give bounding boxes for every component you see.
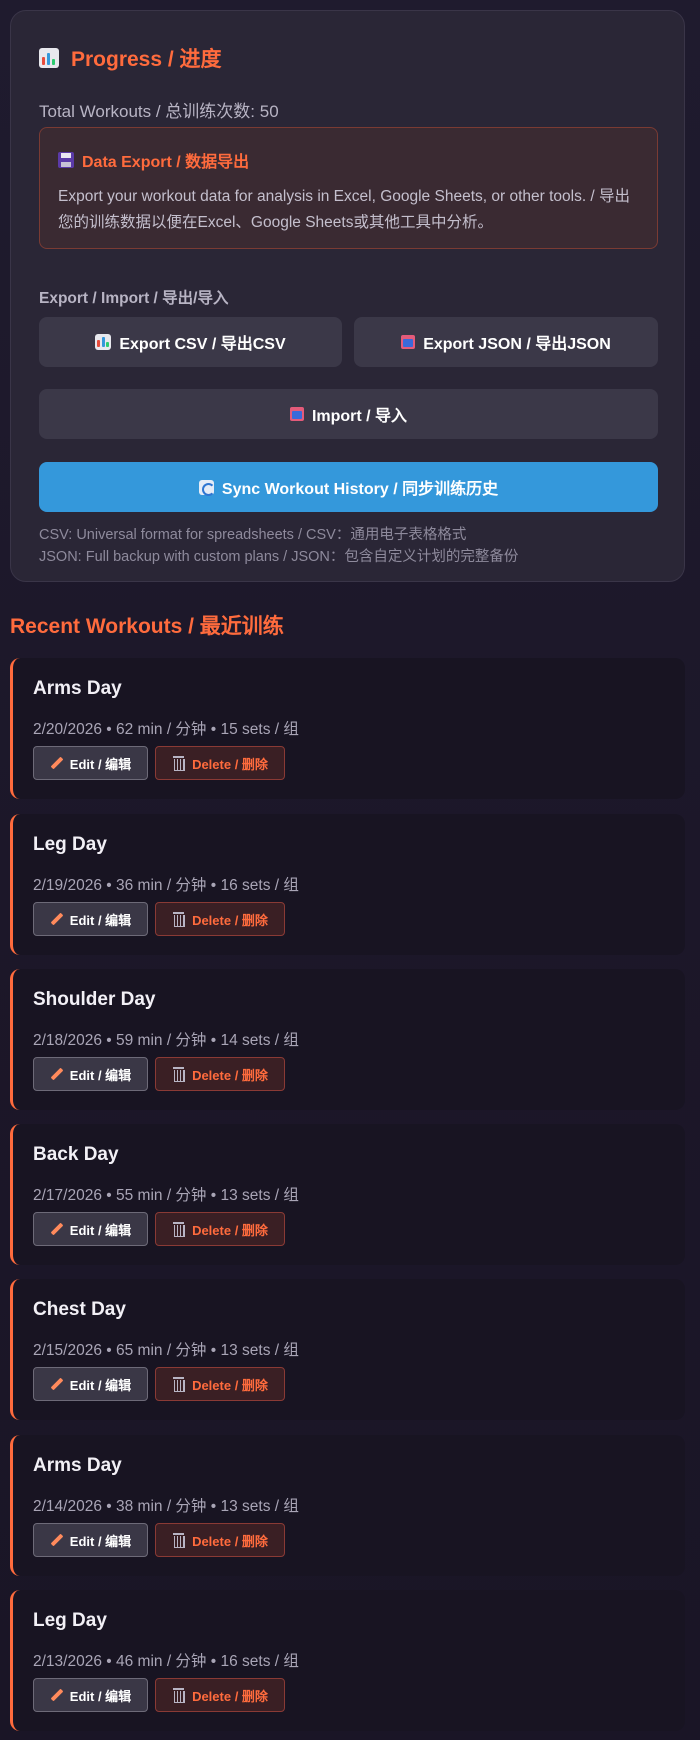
delete-workout-button[interactable]: Delete / 删除 <box>155 1523 285 1557</box>
workout-name: Arms Day <box>33 1455 122 1476</box>
delete-workout-button[interactable]: Delete / 删除 <box>155 746 285 780</box>
total-workouts-text: Total Workouts / 总训练次数: 50 <box>39 102 279 121</box>
edit-workout-button[interactable]: Edit / 编辑 <box>33 746 148 780</box>
data-export-description: Export your workout data for analysis in… <box>58 188 631 231</box>
export-json-button[interactable]: Export JSON / 导出JSON <box>354 317 658 367</box>
workout-meta: 2/15/2026 • 65 min / 分钟 • 13 sets / 组 <box>33 1342 299 1359</box>
progress-card: Progress / 进度 Total Workouts / 总训练次数: 50… <box>10 10 685 582</box>
workout-meta: 2/19/2026 • 36 min / 分钟 • 16 sets / 组 <box>33 877 299 894</box>
edit-label: Edit / 编辑 <box>69 1377 132 1393</box>
workout-card: Arms Day 2/20/2026 • 62 min / 分钟 • 15 se… <box>10 658 685 799</box>
pencil-icon <box>50 1378 63 1391</box>
edit-workout-button[interactable]: Edit / 编辑 <box>33 1367 148 1401</box>
sync-label: Sync Workout History / 同步训练历史 <box>221 481 499 498</box>
export-json-label: Export JSON / 导出JSON <box>423 336 611 353</box>
edit-label: Edit / 编辑 <box>69 756 132 772</box>
import-label: Import / 导入 <box>311 408 408 425</box>
delete-workout-button[interactable]: Delete / 删除 <box>155 1678 285 1712</box>
trash-icon <box>172 1688 186 1703</box>
json-note: JSON: Full backup with custom plans / JS… <box>39 549 519 565</box>
pencil-icon <box>50 1068 63 1081</box>
edit-label: Edit / 编辑 <box>69 1688 132 1704</box>
progress-title: Progress / 进度 <box>39 43 222 73</box>
edit-label: Edit / 编辑 <box>69 1067 132 1083</box>
outbox-tray-icon <box>401 335 416 349</box>
edit-label: Edit / 编辑 <box>69 912 132 928</box>
delete-workout-button[interactable]: Delete / 删除 <box>155 1057 285 1091</box>
export-csv-label: Export CSV / 导出CSV <box>119 336 286 353</box>
workout-card: Arms Day 2/14/2026 • 38 min / 分钟 • 13 se… <box>10 1435 685 1576</box>
pencil-icon <box>50 1223 63 1236</box>
import-button[interactable]: Import / 导入 <box>39 389 658 439</box>
data-export-info-box: Data Export / 数据导出 Export your workout d… <box>39 127 658 249</box>
workout-card: Chest Day 2/15/2026 • 65 min / 分钟 • 13 s… <box>10 1279 685 1420</box>
trash-icon <box>172 1533 186 1548</box>
delete-workout-button[interactable]: Delete / 删除 <box>155 902 285 936</box>
workout-card: Leg Day 2/13/2026 • 46 min / 分钟 • 16 set… <box>10 1590 685 1731</box>
progress-title-text: Progress / 进度 <box>71 48 222 71</box>
trash-icon <box>172 1377 186 1392</box>
trash-icon <box>172 1067 186 1082</box>
workout-meta: 2/13/2026 • 46 min / 分钟 • 16 sets / 组 <box>33 1653 299 1670</box>
data-export-title-text: Data Export / 数据导出 <box>82 154 250 171</box>
delete-label: Delete / 删除 <box>192 1533 268 1549</box>
pencil-icon <box>50 757 63 770</box>
delete-workout-button[interactable]: Delete / 删除 <box>155 1212 285 1246</box>
export-csv-button[interactable]: Export CSV / 导出CSV <box>39 317 342 367</box>
delete-label: Delete / 删除 <box>192 1067 268 1083</box>
edit-label: Edit / 编辑 <box>69 1222 132 1238</box>
trash-icon <box>172 1222 186 1237</box>
inbox-tray-icon <box>289 407 304 421</box>
workout-card: Back Day 2/17/2026 • 55 min / 分钟 • 13 se… <box>10 1124 685 1265</box>
edit-workout-button[interactable]: Edit / 编辑 <box>33 902 148 936</box>
workout-meta: 2/18/2026 • 59 min / 分钟 • 14 sets / 组 <box>33 1032 299 1049</box>
pencil-icon <box>50 1534 63 1547</box>
edit-workout-button[interactable]: Edit / 编辑 <box>33 1523 148 1557</box>
bar-chart-icon <box>95 334 112 350</box>
bar-chart-icon <box>39 48 59 68</box>
workout-name: Shoulder Day <box>33 989 156 1010</box>
sync-workout-history-button[interactable]: Sync Workout History / 同步训练历史 <box>39 462 658 512</box>
edit-workout-button[interactable]: Edit / 编辑 <box>33 1678 148 1712</box>
delete-label: Delete / 删除 <box>192 1377 268 1393</box>
delete-label: Delete / 删除 <box>192 912 268 928</box>
workout-name: Back Day <box>33 1144 119 1165</box>
edit-workout-button[interactable]: Edit / 编辑 <box>33 1057 148 1091</box>
export-import-label: Export / Import / 导出/导入 <box>39 290 229 307</box>
recent-workouts-title: Recent Workouts / 最近训练 <box>10 615 284 638</box>
workout-name: Arms Day <box>33 678 122 699</box>
data-export-title: Data Export / 数据导出 <box>58 148 639 172</box>
trash-icon <box>172 912 186 927</box>
workout-name: Leg Day <box>33 1610 107 1631</box>
delete-label: Delete / 删除 <box>192 1688 268 1704</box>
edit-label: Edit / 编辑 <box>69 1533 132 1549</box>
csv-note: CSV: Universal format for spreadsheets /… <box>39 527 467 543</box>
workout-name: Leg Day <box>33 834 107 855</box>
workout-name: Chest Day <box>33 1299 126 1320</box>
workout-meta: 2/14/2026 • 38 min / 分钟 • 13 sets / 组 <box>33 1498 299 1515</box>
delete-label: Delete / 删除 <box>192 1222 268 1238</box>
sync-icon <box>198 479 215 496</box>
pencil-icon <box>50 913 63 926</box>
delete-workout-button[interactable]: Delete / 删除 <box>155 1367 285 1401</box>
workout-card: Shoulder Day 2/18/2026 • 59 min / 分钟 • 1… <box>10 969 685 1110</box>
pencil-icon <box>50 1689 63 1702</box>
trash-icon <box>172 756 186 771</box>
workout-meta: 2/17/2026 • 55 min / 分钟 • 13 sets / 组 <box>33 1187 299 1204</box>
workout-meta: 2/20/2026 • 62 min / 分钟 • 15 sets / 组 <box>33 721 299 738</box>
workout-card: Leg Day 2/19/2026 • 36 min / 分钟 • 16 set… <box>10 814 685 955</box>
delete-label: Delete / 删除 <box>192 756 268 772</box>
floppy-disk-icon <box>58 152 74 168</box>
edit-workout-button[interactable]: Edit / 编辑 <box>33 1212 148 1246</box>
format-notes: CSV: Universal format for spreadsheets /… <box>39 524 518 568</box>
